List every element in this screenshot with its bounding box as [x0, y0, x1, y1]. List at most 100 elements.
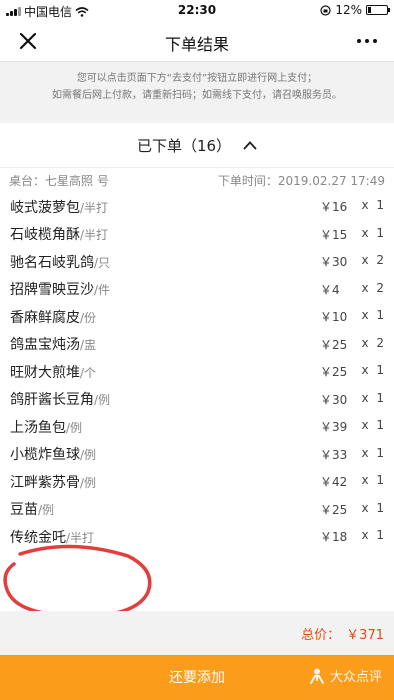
notice-line-2: 如需餐后网上付款，请重新扫码；如需线下支付，请召唤服务员。 — [52, 90, 342, 101]
item-times: x — [361, 198, 369, 213]
item-price: ￥30 — [320, 392, 348, 407]
item-times: x — [361, 528, 369, 543]
order-item-row: 鸽肝酱长豆角/例 ￥30 x 1 — [0, 386, 394, 414]
order-info: 桌台：七星高照 号 下单时间：2019.02.27 17:49 — [0, 167, 394, 193]
status-bar: 中国电信 22:30 12% — [0, 0, 394, 20]
item-name-group: 鸽肝酱长豆角/例 — [10, 389, 110, 409]
item-price-qty: ￥18 x 1 — [320, 528, 384, 545]
item-unit: /例 — [80, 448, 97, 463]
item-unit: /例 — [94, 393, 111, 408]
order-card: 已下单（16） 桌台：七星高照 号 下单时间：2019.02.27 17:49 … — [0, 123, 394, 611]
order-item-row: 岐式菠萝包/半打 ￥16 x 1 — [0, 193, 394, 221]
item-name: 鸽盅宝炖汤 — [10, 337, 80, 354]
order-item-row: 鸽盅宝炖汤/盅 ￥25 x 2 — [0, 331, 394, 359]
item-times: x — [361, 500, 369, 515]
item-quantity: 1 — [376, 473, 384, 488]
item-price-qty: ￥25 x 1 — [320, 363, 384, 380]
item-price-qty: ￥30 x 2 — [320, 253, 384, 270]
item-price: ￥25 — [320, 502, 348, 517]
item-times: x — [361, 335, 369, 350]
item-price-qty: ￥30 x 1 — [320, 391, 384, 408]
item-quantity: 1 — [376, 363, 384, 378]
order-item-row: 上汤鱼包/例 ￥39 x 1 — [0, 413, 394, 441]
item-name-group: 江畔紫苏骨/例 — [10, 472, 96, 492]
item-name: 石岐榄角酥 — [10, 227, 80, 244]
battery-icon — [366, 5, 390, 15]
item-name: 旺财大煎堆 — [10, 364, 80, 381]
more-icon[interactable] — [354, 29, 380, 53]
item-unit: /个 — [80, 365, 97, 380]
item-price-qty: ￥10 x 1 — [320, 308, 384, 325]
payment-notice: 您可以点击页面下方“去支付”按钮立即进行网上支付； 如需餐后网上付款，请重新扫码… — [0, 62, 394, 122]
item-times: x — [361, 253, 369, 268]
brand-watermark: 大众点评 — [308, 666, 382, 685]
item-price: ￥4 — [320, 282, 340, 297]
item-name: 小榄炸鱼球 — [10, 447, 80, 464]
item-price-qty: ￥25 x 1 — [320, 501, 384, 518]
item-price-qty: ￥42 x 1 — [320, 473, 384, 490]
item-unit: /半打 — [80, 200, 109, 215]
total-bar: 总价： ￥371 — [0, 611, 394, 655]
item-unit: /半打 — [80, 228, 109, 243]
order-item-row: 驰名石岐乳鸽/只 ￥30 x 2 — [0, 248, 394, 276]
item-name-group: 香麻鲜腐皮/份 — [10, 307, 96, 327]
item-times: x — [361, 418, 369, 433]
page-title: 下单结果 — [164, 35, 229, 54]
item-unit: /件 — [94, 283, 111, 298]
item-unit: /例 — [66, 420, 83, 435]
item-name-group: 鸽盅宝炖汤/盅 — [10, 334, 96, 354]
item-name: 岐式菠萝包 — [10, 199, 80, 216]
item-name: 豆苗 — [10, 502, 38, 519]
item-unit: /半打 — [66, 530, 95, 545]
bottom-bar: 还要添加 大众点评 — [0, 655, 394, 700]
order-item-row: 香麻鲜腐皮/份 ￥10 x 1 — [0, 303, 394, 331]
item-price: ￥25 — [320, 365, 348, 380]
item-name-group: 传统金吒/半打 — [10, 527, 94, 547]
notice-line-1: 您可以点击页面下方“去支付”按钮立即进行网上支付； — [76, 73, 318, 84]
item-quantity: 1 — [376, 500, 384, 515]
item-quantity: 1 — [376, 225, 384, 240]
item-price-qty: ￥16 x 1 — [320, 198, 384, 215]
item-price-qty: ￥25 x 2 — [320, 336, 384, 353]
item-name: 鸽肝酱长豆角 — [10, 392, 94, 409]
order-item-row: 招牌雪映豆沙/件 ￥4 x 2 — [0, 276, 394, 304]
item-name-group: 小榄炸鱼球/例 — [10, 444, 96, 464]
status-right: 12% — [320, 3, 390, 17]
orientation-lock-icon — [320, 4, 331, 16]
total-label: 总价： — [301, 627, 341, 643]
item-quantity: 1 — [376, 418, 384, 433]
item-quantity: 2 — [376, 335, 384, 350]
item-times: x — [361, 445, 369, 460]
item-quantity: 2 — [376, 280, 384, 295]
item-name-group: 旺财大煎堆/个 — [10, 362, 96, 382]
order-item-row: 旺财大煎堆/个 ￥25 x 1 — [0, 358, 394, 386]
order-item-row: 豆苗/例 ￥25 x 1 — [0, 496, 394, 524]
item-times: x — [361, 390, 369, 405]
item-name-group: 上汤鱼包/例 — [10, 417, 82, 437]
item-price: ￥39 — [320, 420, 348, 435]
order-item-row: 传统金吒/半打 ￥18 x 1 — [0, 523, 394, 551]
order-header: 已下单（16） — [136, 136, 232, 155]
item-price: ￥15 — [320, 227, 348, 242]
item-times: x — [361, 473, 369, 488]
item-price: ￥42 — [320, 475, 348, 490]
item-name: 上汤鱼包 — [10, 419, 66, 436]
order-item-row: 江畔紫苏骨/例 ￥42 x 1 — [0, 468, 394, 496]
item-unit: /份 — [80, 310, 97, 325]
item-name: 驰名石岐乳鸽 — [10, 254, 94, 271]
item-name-group: 驰名石岐乳鸽/只 — [10, 252, 110, 272]
nav-bar: 下单结果 — [0, 20, 394, 62]
item-unit: /例 — [38, 503, 55, 518]
order-header-toggle[interactable]: 已下单（16） — [0, 123, 394, 167]
item-price-qty: ￥4 x 2 — [320, 281, 384, 298]
item-price-qty: ￥15 x 1 — [320, 226, 384, 243]
item-quantity: 1 — [376, 198, 384, 213]
item-name-group: 岐式菠萝包/半打 — [10, 197, 108, 217]
item-price: ￥10 — [320, 310, 348, 325]
table-label: 桌台：七星高照 号 — [9, 174, 109, 188]
battery-percent: 12% — [335, 3, 362, 17]
order-item-row: 石岐榄角酥/半打 ￥15 x 1 — [0, 221, 394, 249]
item-price: ￥18 — [320, 530, 348, 545]
chevron-up-icon — [243, 141, 257, 150]
item-name: 传统金吒 — [10, 529, 66, 546]
